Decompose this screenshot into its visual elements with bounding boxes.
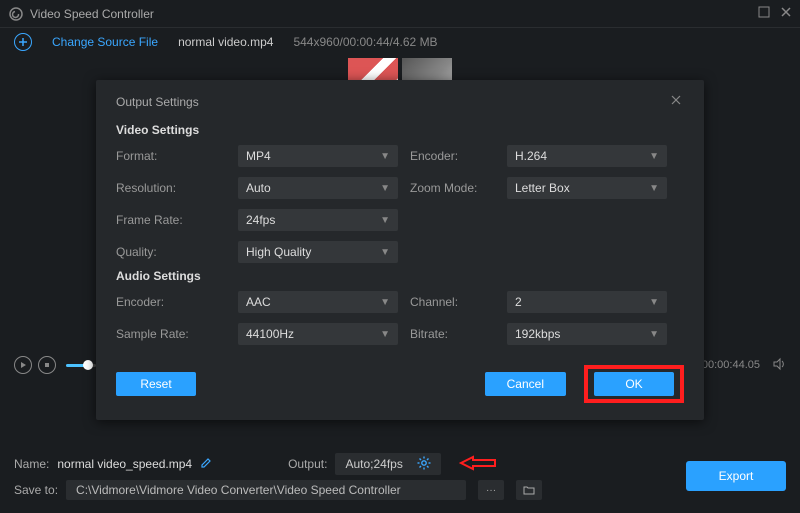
dialog-title: Output Settings: [116, 95, 199, 109]
speed-slider[interactable]: [66, 364, 96, 367]
reset-button-label: Reset: [140, 377, 171, 391]
chevron-down-icon: ▼: [380, 297, 390, 308]
video-encoder-label: Encoder:: [410, 149, 495, 163]
source-info: 544x960/00:00:44/4.62 MB: [293, 35, 437, 49]
edit-name-icon[interactable]: [200, 457, 212, 472]
samplerate-select[interactable]: 44100Hz ▼: [238, 323, 398, 345]
title-bar: Video Speed Controller: [0, 0, 800, 28]
samplerate-value: 44100Hz: [246, 327, 294, 341]
resolution-label: Resolution:: [116, 181, 226, 195]
bitrate-label: Bitrate:: [410, 327, 495, 341]
change-source-link[interactable]: Change Source File: [52, 35, 158, 49]
save-path-value: C:\Vidmore\Vidmore Video Converter\Video…: [76, 483, 401, 497]
output-label: Output:: [288, 457, 327, 471]
chevron-down-icon: ▼: [380, 183, 390, 194]
ok-button[interactable]: OK: [594, 372, 674, 396]
output-name: normal video_speed.mp4: [57, 457, 192, 471]
save-path-field[interactable]: C:\Vidmore\Vidmore Video Converter\Video…: [66, 480, 466, 500]
annotation-arrow-icon: [459, 453, 499, 476]
export-button[interactable]: Export: [686, 461, 786, 491]
source-bar: Change Source File normal video.mp4 544x…: [0, 28, 800, 56]
browse-path-button[interactable]: ···: [478, 480, 504, 500]
quality-select[interactable]: High Quality ▼: [238, 241, 398, 263]
audio-encoder-label: Encoder:: [116, 295, 226, 309]
cancel-button-label: Cancel: [507, 377, 544, 391]
play-button[interactable]: [14, 356, 32, 374]
audio-encoder-value: AAC: [246, 295, 271, 309]
zoom-mode-value: Letter Box: [515, 181, 570, 195]
chevron-down-icon: ▼: [649, 297, 659, 308]
slider-thumb[interactable]: [83, 360, 93, 370]
gear-icon[interactable]: [417, 456, 431, 473]
annotation-highlight: OK: [584, 365, 684, 403]
volume-icon[interactable]: [772, 357, 786, 374]
ok-button-label: OK: [625, 377, 642, 391]
resolution-select[interactable]: Auto ▼: [238, 177, 398, 199]
close-button[interactable]: [780, 6, 792, 21]
format-select[interactable]: MP4 ▼: [238, 145, 398, 167]
zoom-mode-label: Zoom Mode:: [410, 181, 495, 195]
bottom-panel: Name: normal video_speed.mp4 Output: Aut…: [0, 443, 800, 513]
video-settings-heading: Video Settings: [116, 123, 684, 137]
output-format-box[interactable]: Auto;24fps: [335, 453, 440, 475]
chevron-down-icon: ▼: [380, 151, 390, 162]
quality-value: High Quality: [246, 245, 311, 259]
framerate-select[interactable]: 24fps ▼: [238, 209, 398, 231]
channel-select[interactable]: 2▼: [507, 291, 667, 313]
open-folder-button[interactable]: [516, 480, 542, 500]
minimize-button[interactable]: [758, 6, 770, 21]
bitrate-select[interactable]: 192kbps ▼: [507, 323, 667, 345]
audio-settings-heading: Audio Settings: [116, 269, 684, 283]
format-label: Format:: [116, 149, 226, 163]
add-icon[interactable]: [14, 33, 32, 51]
save-to-label: Save to:: [14, 483, 58, 497]
chevron-down-icon: ▼: [649, 329, 659, 340]
chevron-down-icon: ▼: [649, 183, 659, 194]
chevron-down-icon: ▼: [380, 329, 390, 340]
framerate-label: Frame Rate:: [116, 213, 226, 227]
framerate-value: 24fps: [246, 213, 275, 227]
chevron-down-icon: ▼: [380, 247, 390, 258]
chevron-down-icon: ▼: [380, 215, 390, 226]
reset-button[interactable]: Reset: [116, 372, 196, 396]
source-filename: normal video.mp4: [178, 35, 273, 49]
video-encoder-value: H.264: [515, 149, 547, 163]
audio-encoder-select[interactable]: AAC ▼: [238, 291, 398, 313]
quality-label: Quality:: [116, 245, 226, 259]
zoom-mode-select[interactable]: Letter Box ▼: [507, 177, 667, 199]
duration-label: 00:00:44.05: [702, 359, 760, 371]
app-title: Video Speed Controller: [30, 7, 758, 21]
cancel-button[interactable]: Cancel: [485, 372, 566, 396]
channel-value: 2: [515, 295, 522, 309]
resolution-value: Auto: [246, 181, 271, 195]
stop-button[interactable]: [38, 356, 56, 374]
output-format-value: Auto;24fps: [345, 457, 402, 471]
name-label: Name:: [14, 457, 49, 471]
chevron-down-icon: ▼: [649, 151, 659, 162]
app-logo-icon: [8, 6, 24, 22]
video-encoder-select[interactable]: H.264 ▼: [507, 145, 667, 167]
channel-label: Channel:: [410, 295, 495, 309]
export-button-label: Export: [719, 469, 754, 483]
dialog-close-button[interactable]: [668, 94, 684, 109]
output-settings-dialog: Output Settings Video Settings Format: M…: [96, 80, 704, 420]
format-value: MP4: [246, 149, 271, 163]
bitrate-value: 192kbps: [515, 327, 560, 341]
samplerate-label: Sample Rate:: [116, 327, 226, 341]
